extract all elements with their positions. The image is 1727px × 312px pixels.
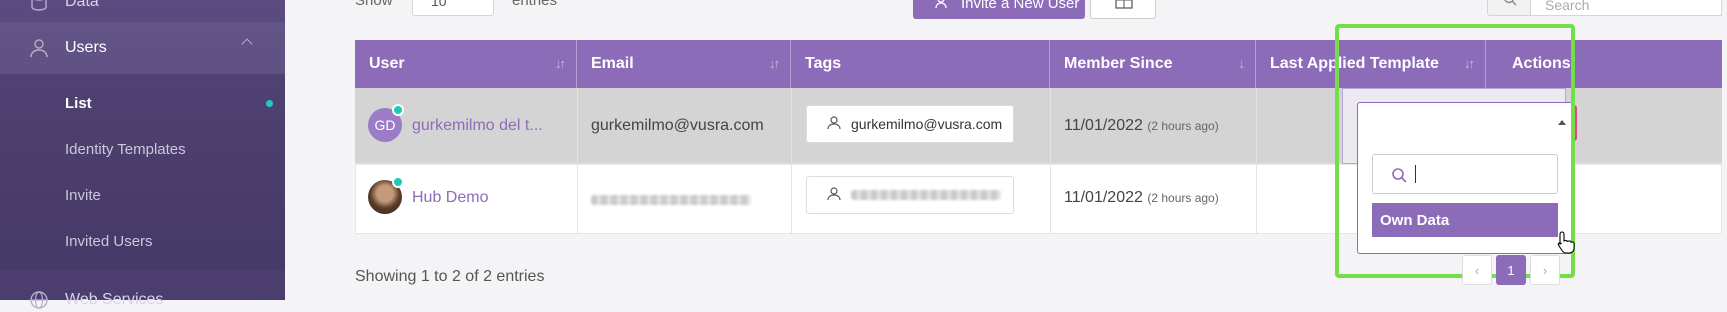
pagination-prev[interactable]: ‹ [1462, 255, 1492, 285]
member-since: 11/01/2022 (2 hours ago) [1064, 189, 1219, 207]
invite-user-label: Invite a New User [961, 0, 1080, 12]
sort-icon: ↓↑ [769, 56, 780, 71]
search-addon [1487, 0, 1531, 16]
entries-label: entries [512, 0, 558, 9]
column-header-tags: Tags [791, 40, 1050, 88]
user-icon [28, 37, 50, 59]
globe-icon [28, 289, 50, 311]
database-icon [28, 0, 50, 13]
entries-length-select[interactable]: 10 [412, 0, 494, 16]
pagination-page[interactable]: 1 [1496, 255, 1526, 285]
show-label: Show [355, 0, 393, 9]
pagination-next[interactable]: › [1530, 255, 1560, 285]
sort-icon: ↓↑ [555, 56, 566, 71]
avatar-initials: GD [374, 117, 396, 133]
member-since-date: 11/01/2022 [1064, 189, 1143, 206]
redacted-email [591, 195, 751, 205]
redacted-tag [851, 190, 1001, 200]
column-divider [1050, 88, 1051, 234]
sidebar-subitem-list[interactable]: List [65, 95, 92, 112]
entries-length-value: 10 [431, 0, 447, 9]
user-email: gurkemilmo@vusra.com [591, 117, 764, 134]
hand-pointer-icon [1557, 230, 1575, 259]
user-icon [827, 186, 841, 204]
user-name-link[interactable]: Hub Demo [412, 189, 488, 207]
member-since-date: 11/01/2022 [1064, 117, 1143, 134]
sidebar-item-label: Web Services [65, 291, 164, 308]
chevron-right-icon: › [1542, 262, 1548, 278]
table-search-input[interactable]: Search [1530, 0, 1722, 16]
sidebar-subitem-identity-templates[interactable]: Identity Templates [65, 141, 186, 158]
user-icon [827, 115, 841, 133]
tag-chip [806, 176, 1014, 214]
export-button[interactable] [1090, 0, 1156, 19]
sidebar-subitem-invited-users[interactable]: Invited Users [65, 233, 153, 250]
chevron-left-icon: ‹ [1474, 262, 1480, 278]
member-since-relative: (2 hours ago) [1147, 191, 1219, 205]
user-name-link[interactable]: gurkemilmo del t... [412, 117, 543, 135]
sidebar-subitem-invite[interactable]: Invite [65, 187, 101, 204]
sidebar-item-web-services[interactable]: Web Services [0, 288, 285, 312]
member-since-relative: (2 hours ago) [1147, 119, 1219, 133]
page-number: 1 [1507, 262, 1515, 278]
column-header-label: Member Since [1064, 55, 1173, 72]
table-info: Showing 1 to 2 of 2 entries [355, 268, 545, 285]
column-header-label: User [369, 55, 405, 72]
search-placeholder: Search [1545, 0, 1590, 13]
column-header-label: Tags [805, 55, 842, 72]
search-icon [1503, 0, 1517, 11]
focus-highlight [1335, 24, 1575, 278]
invite-user-button[interactable]: Invite a New User [913, 0, 1085, 19]
column-header-email[interactable]: Email ↓↑ [577, 40, 791, 88]
column-divider [1256, 88, 1257, 234]
column-header-user[interactable]: User ↓↑ [355, 40, 577, 88]
tag-label: gurkemilmo@vusra.com [851, 116, 1003, 132]
sidebar-item-data[interactable]: Data [0, 0, 285, 12]
sidebar-item-label: Data [65, 0, 99, 10]
column-divider [577, 88, 578, 234]
online-status-dot [392, 104, 404, 116]
column-header-label: Email [591, 55, 634, 72]
online-status-dot [392, 176, 404, 188]
table-icon [1115, 0, 1133, 14]
tag-chip: gurkemilmo@vusra.com [806, 105, 1014, 143]
sidebar-item-label: Users [65, 39, 107, 56]
active-indicator [266, 100, 273, 107]
column-header-member-since[interactable]: Member Since ↓ [1050, 40, 1256, 88]
sidebar-item-users[interactable]: Users [0, 36, 285, 60]
column-divider [791, 88, 792, 234]
sidebar: Data Users List Identity Templates Invit… [0, 0, 285, 309]
member-since: 11/01/2022 (2 hours ago) [1064, 117, 1219, 135]
sort-icon: ↓ [1238, 56, 1245, 71]
user-plus-icon [935, 0, 951, 13]
